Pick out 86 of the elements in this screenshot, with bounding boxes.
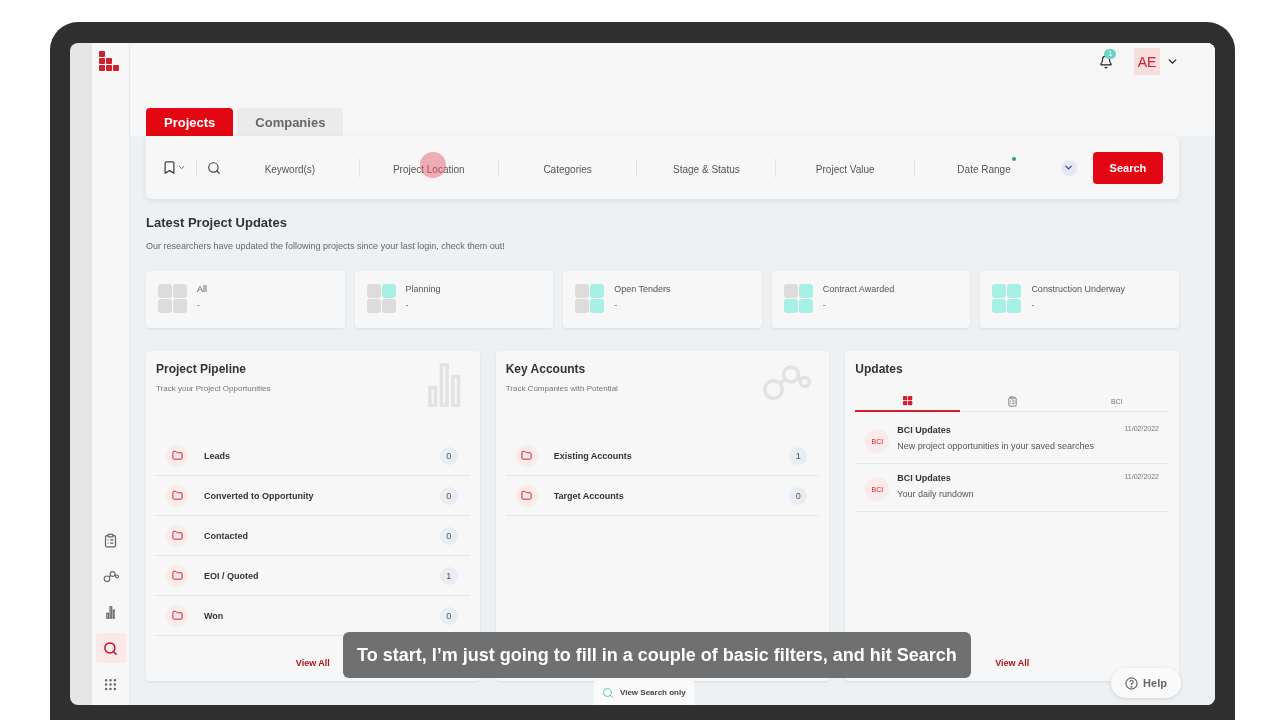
help-button[interactable]: Help	[1111, 668, 1181, 698]
folder-icon	[515, 484, 538, 507]
row-label: Existing Accounts	[553, 450, 633, 461]
filter-field[interactable]: Categories	[543, 163, 592, 175]
panel-title: Project Pipeline	[156, 362, 248, 376]
notification-badge: 1	[1104, 49, 1117, 59]
status-value: -	[197, 300, 201, 310]
status-label: Planning	[405, 284, 441, 294]
status-card[interactable]: Planning -	[354, 271, 554, 328]
update-text: New project opportunities in your saved searches	[897, 441, 1095, 451]
help-icon	[1125, 676, 1139, 690]
panel-title: Updates	[855, 362, 904, 376]
folder-icon	[515, 444, 538, 467]
panel-subtitle: Track Companies with Potential	[505, 384, 618, 393]
count-badge: 0	[439, 486, 458, 505]
row-label: Contacted	[204, 530, 249, 541]
status-label: Construction Underway	[1031, 284, 1125, 294]
filter-field[interactable]: Project Location	[392, 163, 465, 175]
status-card[interactable]: Contract Awarded -	[771, 271, 971, 328]
bar-chart-icon	[105, 605, 116, 619]
view-all-link[interactable]: View All	[295, 658, 330, 668]
pipeline-row[interactable]: Converted to Opportunity 0	[156, 476, 470, 516]
folder-icon	[166, 484, 188, 507]
status-card[interactable]: All -	[146, 271, 345, 328]
bell-icon	[1099, 55, 1113, 69]
count-badge: 1	[789, 446, 808, 465]
status-label: Open Tenders	[614, 284, 671, 294]
panel-subtitle: Track your Project Opportunities	[156, 384, 271, 393]
folder-icon	[166, 604, 188, 627]
folder-icon	[166, 524, 188, 547]
sidebar-item[interactable]	[95, 633, 126, 663]
count-badge: 0	[789, 486, 808, 505]
filter-field[interactable]: Project Value	[815, 163, 875, 175]
update-text: Your daily rundown	[897, 489, 975, 499]
count-badge: 0	[439, 526, 458, 545]
count-badge: 0	[439, 606, 458, 625]
search-icon	[602, 686, 614, 699]
clipboard-icon	[1006, 395, 1018, 407]
row-label: Converted to Opportunity	[204, 490, 315, 501]
chevron-down-icon	[177, 163, 186, 172]
row-label: EOI / Quoted	[204, 570, 260, 581]
status-card[interactable]: Open Tenders -	[563, 271, 762, 328]
bookmark-dropdown[interactable]	[162, 160, 186, 175]
folder-icon	[166, 444, 188, 467]
view-all-link[interactable]: View All	[995, 658, 1030, 668]
update-title: BCI Updates	[897, 425, 952, 435]
pipeline-row[interactable]: Target Accounts 0	[505, 476, 820, 516]
pipeline-row[interactable]: Contacted 0	[156, 516, 470, 556]
pipeline-row[interactable]: Leads 0	[156, 436, 470, 476]
status-value: -	[822, 300, 827, 310]
view-search-button[interactable]: View Search only	[594, 680, 694, 705]
count-badge: 0	[439, 446, 458, 465]
count-badge: 1	[439, 566, 458, 585]
expand-button[interactable]	[1060, 159, 1077, 176]
pipeline-row[interactable]: Existing Accounts 1	[505, 436, 820, 476]
filter-field[interactable]: Stage & Status	[673, 163, 740, 175]
grid-icon	[902, 396, 913, 406]
status-label: Contract Awarded	[822, 284, 895, 294]
pipeline-row[interactable]: EOI / Quoted 1	[156, 556, 470, 596]
tab[interactable]: Projects	[146, 108, 234, 136]
bookmark-icon	[162, 160, 177, 175]
chevron-down-icon	[1063, 162, 1075, 173]
status-value: -	[614, 300, 619, 310]
panel-title: Key Accounts	[505, 362, 587, 376]
filter-field[interactable]: Keyword(s)	[264, 163, 316, 175]
status-label: All	[197, 284, 207, 294]
clipboard-icon	[103, 532, 118, 548]
update-title: BCI Updates	[897, 473, 952, 483]
status-value: -	[405, 300, 410, 310]
tab[interactable]: Companies	[237, 108, 344, 136]
row-label: Target Accounts	[553, 490, 625, 501]
search-icon	[207, 160, 221, 175]
folder-icon	[166, 564, 188, 587]
video-caption: To start, I’m just going to fill in a couple of basic filters, and hit Search	[343, 632, 971, 678]
apps-grid-icon	[103, 676, 118, 692]
section-subtitle: Our researchers have updated the following projects since your last login, check them out!	[146, 241, 506, 251]
row-label: Leads	[204, 450, 231, 461]
filter-field[interactable]: Date Range	[957, 163, 1011, 175]
network-icon	[102, 569, 119, 583]
section-title: Latest Project Updates	[146, 215, 288, 230]
search-icon	[103, 640, 118, 656]
user-avatar[interactable]: AE	[1134, 48, 1160, 75]
row-label: Won	[204, 610, 225, 621]
status-value: -	[1031, 300, 1036, 310]
status-card[interactable]: Construction Underway -	[980, 271, 1179, 328]
search-button[interactable]: Search	[1092, 151, 1163, 184]
